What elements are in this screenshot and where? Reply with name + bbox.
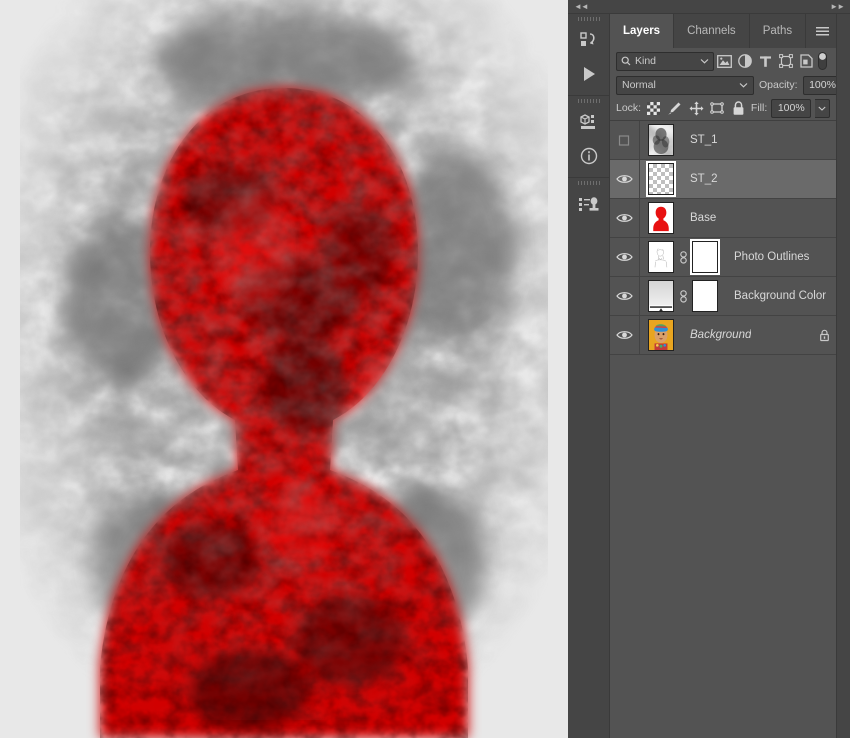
properties-panel-icon[interactable] [568, 105, 609, 139]
chain-link-icon[interactable] [678, 250, 688, 264]
layer-filter-row: Kind [610, 48, 836, 74]
canvas-area[interactable] [0, 0, 568, 738]
layer-visibility-toggle[interactable] [610, 160, 640, 198]
layer-name: Photo Outlines [734, 251, 810, 263]
layers-panel: Layers Channels Paths Kind Normal Opacit… [610, 14, 850, 738]
fill-label: Fill: [750, 102, 768, 114]
eye-icon [616, 175, 633, 183]
layer-thumbnails [640, 319, 674, 351]
lock-row: Lock: Fill: 100% [610, 96, 836, 120]
rail-group-properties [568, 96, 609, 178]
table-row[interactable]: ST_1 [610, 121, 836, 160]
blend-mode-row: Normal Opacity: 100% [610, 74, 850, 96]
lock-all-icon[interactable] [730, 98, 747, 118]
layer-name: Background Color [734, 290, 827, 302]
filter-smart-object-icon[interactable] [796, 50, 817, 72]
panel-scrollbar[interactable] [836, 14, 850, 738]
tab-paths[interactable]: Paths [749, 14, 807, 48]
eye-hidden-icon [618, 134, 630, 146]
tab-layers[interactable]: Layers [610, 14, 675, 48]
layer-mask-thumbnail[interactable] [692, 280, 718, 312]
opacity-label: Opacity: [759, 79, 798, 91]
layer-thumbnail[interactable] [648, 280, 674, 312]
adjustments-panel-icon[interactable] [568, 187, 609, 221]
blend-mode-select[interactable]: Normal [616, 75, 754, 95]
table-row[interactable]: Background Color [610, 277, 836, 316]
hamburger-menu-icon[interactable] [806, 14, 839, 48]
eye-icon [616, 331, 633, 339]
lock-image-pixels-icon[interactable] [666, 98, 683, 118]
table-row[interactable]: Background [610, 316, 836, 355]
layer-name: Base [690, 212, 717, 224]
layer-visibility-toggle[interactable] [610, 121, 640, 159]
layer-thumbnail[interactable] [648, 202, 674, 234]
panel-grip[interactable] [568, 178, 609, 187]
layer-name: Background [690, 329, 752, 341]
rail-group-history [568, 14, 609, 96]
artwork-image [0, 0, 568, 738]
search-icon [621, 56, 631, 66]
filter-adjustment-icon[interactable] [735, 50, 756, 72]
panel-grip[interactable] [568, 14, 609, 23]
layer-thumbnail[interactable] [648, 319, 674, 351]
double-chevron-left-icon[interactable]: ◄◄ [574, 2, 589, 11]
lock-position-icon[interactable] [687, 98, 704, 118]
filter-shape-icon[interactable] [776, 50, 797, 72]
chevron-down-icon [818, 106, 826, 111]
filter-kind-select[interactable]: Kind [616, 51, 714, 71]
layers-list[interactable]: ST_1 ST_2 Base Photo Outlines Background… [610, 120, 836, 738]
layer-name: ST_2 [690, 173, 718, 185]
layer-lock-badge[interactable] [811, 329, 830, 342]
double-chevron-right-icon[interactable]: ►► [830, 2, 845, 11]
table-row[interactable]: Photo Outlines [610, 238, 836, 277]
lock-label: Lock: [616, 102, 642, 114]
filter-type-icon[interactable] [755, 50, 776, 72]
layer-thumbnail[interactable] [646, 161, 676, 197]
layer-thumbnails [640, 124, 674, 156]
filter-enable-toggle[interactable] [817, 51, 830, 71]
table-row[interactable]: Base [610, 199, 836, 238]
layer-thumbnails [640, 239, 720, 275]
lock-icon [820, 329, 829, 341]
panel-tab-strip: Layers Channels Paths [610, 14, 836, 48]
photoshop-window: ◄◄ ►► Layers Channels Paths Kind Normal … [0, 0, 850, 738]
tab-channels[interactable]: Channels [674, 14, 750, 48]
actions-play-icon[interactable] [568, 57, 609, 91]
layer-thumbnails [640, 202, 674, 234]
filter-kind-label: Kind [635, 55, 657, 67]
history-panel-icon[interactable] [568, 23, 609, 57]
info-panel-icon[interactable] [568, 139, 609, 173]
chevron-down-icon [739, 83, 748, 88]
table-row[interactable]: ST_2 [610, 160, 836, 199]
eye-icon [616, 253, 633, 261]
eye-icon [616, 214, 633, 222]
layer-visibility-toggle[interactable] [610, 199, 640, 237]
chevron-down-icon [700, 59, 709, 64]
layer-visibility-toggle[interactable] [610, 316, 640, 354]
fill-stepper[interactable] [815, 98, 830, 118]
layer-thumbnails [640, 161, 676, 197]
rail-group-adjustments [568, 178, 609, 225]
dock-topbar: ◄◄ ►► [568, 0, 850, 14]
collapsed-panel-rail [568, 14, 610, 738]
layer-thumbnails [640, 280, 718, 312]
chain-link-icon[interactable] [678, 289, 688, 303]
layer-visibility-toggle[interactable] [610, 277, 640, 315]
layer-name: ST_1 [690, 134, 718, 146]
layer-thumbnail[interactable] [648, 124, 674, 156]
fill-input[interactable]: 100% [771, 98, 812, 118]
lock-transparent-pixels-icon[interactable] [645, 98, 662, 118]
eye-icon [616, 292, 633, 300]
lock-artboard-nesting-icon[interactable] [709, 98, 726, 118]
layer-thumbnail[interactable] [648, 241, 674, 273]
panel-grip[interactable] [568, 96, 609, 105]
blend-mode-value: Normal [622, 79, 656, 91]
layer-mask-thumbnail[interactable] [690, 239, 720, 275]
filter-pixel-icon[interactable] [714, 50, 735, 72]
layer-visibility-toggle[interactable] [610, 238, 640, 276]
right-dock: ◄◄ ►► Layers Channels Paths Kind Normal … [568, 0, 850, 738]
layers-empty-area[interactable] [610, 355, 836, 738]
